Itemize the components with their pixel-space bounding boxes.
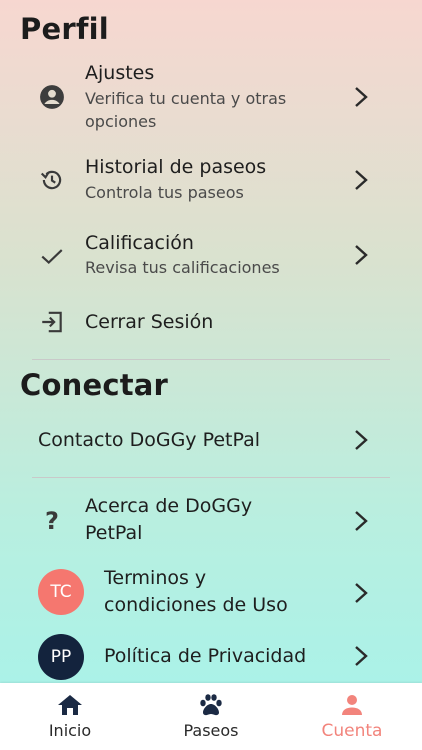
- home-icon: [58, 695, 82, 715]
- rating-sub: Revisa tus calificaciones: [85, 258, 280, 277]
- settings-label: Ajustes: [85, 62, 155, 84]
- checkmark-icon: [38, 242, 66, 270]
- chevron-right-icon: [355, 583, 368, 603]
- about-item[interactable]: ? Acerca de DoGGy PetPal: [0, 492, 422, 548]
- chevron-right-icon: [355, 511, 368, 531]
- tab-paseos-label: Paseos: [183, 721, 239, 740]
- bottom-tab-bar: Inicio Paseos Cuenta: [0, 683, 422, 750]
- divider: [32, 477, 390, 478]
- terms-label-line1: Terminos y: [104, 567, 207, 589]
- logout-label: Cerrar Sesión: [85, 311, 214, 333]
- logout-item[interactable]: Cerrar Sesión: [0, 306, 422, 338]
- chevron-right-icon: [355, 245, 368, 265]
- settings-sub-line2: opciones: [85, 112, 157, 131]
- about-label-line2: PetPal: [85, 522, 143, 544]
- privacy-label: Política de Privacidad: [104, 645, 307, 667]
- terms-avatar: TC: [38, 569, 84, 615]
- terms-label-line2: condiciones de Uso: [104, 594, 288, 616]
- chevron-right-icon: [355, 87, 368, 107]
- chevron-right-icon: [355, 646, 368, 666]
- divider: [32, 359, 390, 360]
- tab-inicio-label: Inicio: [48, 721, 92, 740]
- paw-icon: [200, 694, 222, 716]
- contact-label: Contacto DoGGy PetPal: [38, 429, 261, 451]
- walk-history-label: Historial de paseos: [85, 156, 267, 178]
- tab-cuenta-label: Cuenta: [321, 721, 383, 741]
- walk-history-sub: Controla tus paseos: [85, 183, 244, 202]
- terms-item[interactable]: TC Terminos y condiciones de Uso: [0, 564, 422, 622]
- settings-item[interactable]: Ajustes Verifica tu cuenta y otras opcio…: [0, 60, 422, 138]
- logout-icon: [38, 308, 66, 336]
- person-icon: [342, 695, 362, 715]
- contact-item[interactable]: Contacto DoGGy PetPal: [0, 424, 422, 456]
- tab-inicio[interactable]: Inicio: [0, 683, 140, 750]
- account-screen: Perfil Ajustes Verifica tu cuenta y otra…: [0, 0, 422, 683]
- account-circle-icon: [38, 83, 66, 111]
- chevron-right-icon: [355, 170, 368, 190]
- perfil-title: Perfil: [20, 12, 109, 46]
- privacy-item[interactable]: PP Política de Privacidad: [0, 634, 422, 683]
- rating-label: Calificación: [85, 232, 194, 254]
- privacy-avatar: PP: [38, 634, 84, 680]
- history-icon: [38, 166, 66, 194]
- tab-cuenta[interactable]: Cuenta: [282, 683, 422, 750]
- settings-sub-line1: Verifica tu cuenta y otras: [85, 89, 287, 108]
- chevron-right-icon: [355, 430, 368, 450]
- tab-paseos[interactable]: Paseos: [141, 683, 281, 750]
- about-label-line1: Acerca de DoGGy: [85, 495, 253, 517]
- question-icon: ?: [45, 507, 59, 535]
- conectar-title: Conectar: [20, 368, 169, 402]
- rating-item[interactable]: Calificación Revisa tus calificaciones: [0, 230, 422, 284]
- walk-history-item[interactable]: Historial de paseos Controla tus paseos: [0, 154, 422, 208]
